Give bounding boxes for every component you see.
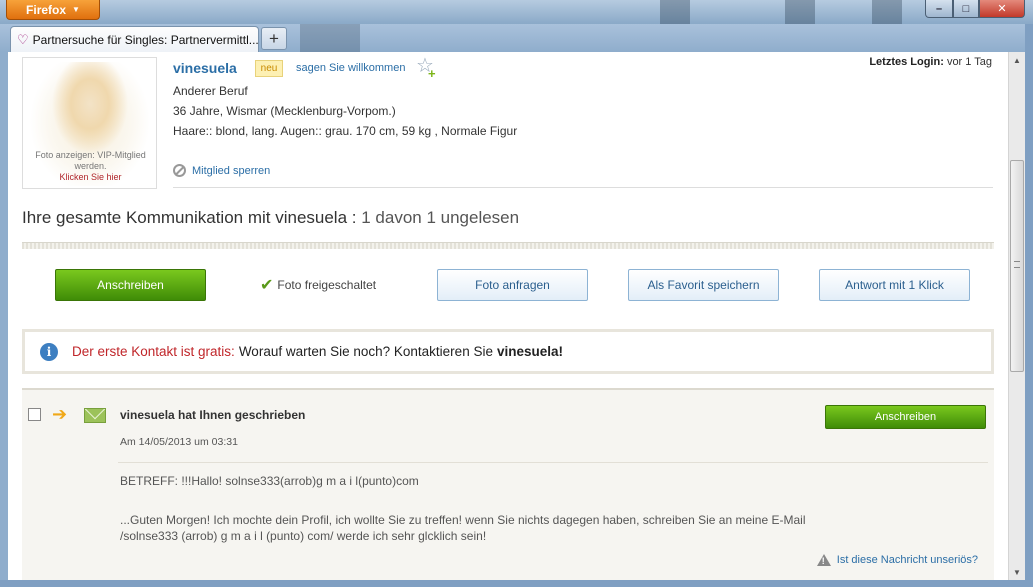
firefox-menu-button[interactable]: Firefox ▼	[6, 0, 100, 20]
titlebar-blur	[660, 0, 690, 24]
window-controls: – □ ✕	[925, 0, 1025, 18]
chevron-down-icon: ▼	[72, 5, 80, 14]
last-login-label: Letztes Login:	[869, 56, 944, 68]
profile-details: Haare:: blond, lang. Augen:: grau. 170 c…	[173, 124, 518, 138]
window-frame-right	[1025, 24, 1033, 587]
communication-title-text: Ihre gesamte Kommunikation mit vinesuela…	[22, 208, 357, 227]
incoming-arrow-icon: ➔	[52, 404, 68, 424]
info-banner: i Der erste Kontakt ist gratis: Worauf w…	[22, 329, 994, 374]
info-icon: i	[40, 342, 58, 361]
message-divider	[118, 462, 988, 463]
vertical-scrollbar[interactable]: ▲ ▼	[1008, 52, 1025, 580]
info-highlight: Der erste Kontakt ist gratis:	[72, 344, 235, 359]
maximize-button[interactable]: □	[953, 0, 979, 18]
divider	[173, 187, 993, 188]
save-favorite-button[interactable]: Als Favorit speichern	[628, 269, 779, 301]
hatched-divider	[22, 242, 994, 249]
close-button[interactable]: ✕	[979, 0, 1025, 18]
block-member-link[interactable]: Mitglied sperren	[173, 164, 270, 177]
site-favicon-icon: ♡	[17, 31, 29, 47]
photo-note: Foto anzeigen: VIP-Mitglied werden. Klic…	[23, 150, 158, 183]
tabbar-blur	[300, 24, 360, 52]
info-username: vinesuela!	[496, 344, 563, 359]
message-select-checkbox[interactable]	[28, 408, 41, 421]
info-text: Worauf warten Sie noch? Kontaktieren Sie	[238, 344, 493, 359]
message-item: ➔ vinesuela hat Ihnen geschrieben Am 14/…	[22, 388, 994, 580]
scroll-up-icon[interactable]: ▲	[1009, 52, 1025, 68]
message-header[interactable]: vinesuela hat Ihnen geschrieben	[120, 408, 305, 422]
add-favorite-star-icon[interactable]: ☆ +	[416, 55, 438, 81]
profile-photo-box[interactable]: Foto anzeigen: VIP-Mitglied werden. Klic…	[22, 57, 157, 189]
say-welcome-link[interactable]: sagen Sie willkommen	[296, 62, 405, 74]
warning-icon	[816, 554, 831, 566]
reply-write-button[interactable]: Anschreiben	[825, 405, 986, 429]
profile-occupation: Anderer Beruf	[173, 84, 248, 98]
titlebar-blur	[872, 0, 902, 24]
new-tab-button[interactable]: +	[261, 27, 287, 50]
photo-unlocked-status: ✔ Foto freigeschaltet	[260, 275, 376, 295]
page-viewport: Foto anzeigen: VIP-Mitglied werden. Klic…	[8, 52, 1008, 580]
window-frame-bottom	[0, 580, 1033, 587]
window-frame-left	[0, 52, 8, 580]
last-login: Letztes Login: vor 1 Tag	[869, 56, 992, 68]
profile-age-location: 36 Jahre, Wismar (Mecklenburg-Vorpom.)	[173, 104, 396, 118]
report-message-link[interactable]: Ist diese Nachricht unseriös?	[816, 554, 978, 566]
request-photo-button[interactable]: Foto anfragen	[437, 269, 588, 301]
photo-note-line1: Foto anzeigen: VIP-Mitglied	[35, 150, 146, 160]
firefox-menu-label: Firefox	[26, 2, 67, 17]
write-button[interactable]: Anschreiben	[55, 269, 206, 301]
tab-title: Partnersuche für Singles: Partnervermitt…	[32, 32, 259, 47]
tab-bar: ♡ Partnersuche für Singles: Partnervermi…	[0, 24, 1033, 52]
block-icon	[173, 164, 186, 177]
message-date: Am 14/05/2013 um 03:31	[120, 436, 238, 448]
envelope-icon	[84, 408, 106, 423]
window-titlebar: Firefox ▼ – □ ✕	[0, 0, 1033, 24]
message-body-line2: /solnse333 (arrob) g m a i l (punto) com…	[120, 529, 487, 543]
message-subject: BETREFF: !!!Hallo! solnse333(arrob)g m a…	[120, 474, 419, 488]
profile-username[interactable]: vinesuela	[173, 60, 237, 76]
checkmark-icon: ✔	[260, 277, 274, 294]
vip-click-link[interactable]: Klicken Sie hier	[23, 172, 158, 183]
block-member-label: Mitglied sperren	[192, 164, 271, 177]
plus-icon: +	[428, 66, 436, 81]
communication-title: Ihre gesamte Kommunikation mit vinesuela…	[22, 208, 519, 228]
scrollbar-thumb[interactable]	[1010, 160, 1024, 372]
last-login-value: vor 1 Tag	[946, 56, 992, 68]
message-body: ...Guten Morgen! Ich mochte dein Profil,…	[120, 512, 840, 544]
titlebar-blur	[785, 0, 815, 24]
report-message-label: Ist diese Nachricht unseriös?	[836, 554, 978, 566]
scrollbar-grip-icon	[1014, 261, 1020, 268]
photo-unlocked-label: Foto freigeschaltet	[277, 278, 377, 292]
tab-active[interactable]: ♡ Partnersuche für Singles: Partnervermi…	[10, 26, 259, 52]
photo-note-line2: werden.	[74, 161, 107, 171]
scroll-down-icon[interactable]: ▼	[1009, 564, 1025, 580]
minimize-button[interactable]: –	[925, 0, 953, 18]
message-body-line1: ...Guten Morgen! Ich mochte dein Profil,…	[120, 513, 806, 527]
communication-count: 1 davon 1 ungelesen	[361, 208, 520, 227]
new-member-badge: neu	[255, 60, 283, 77]
one-click-reply-button[interactable]: Antwort mit 1 Klick	[819, 269, 970, 301]
